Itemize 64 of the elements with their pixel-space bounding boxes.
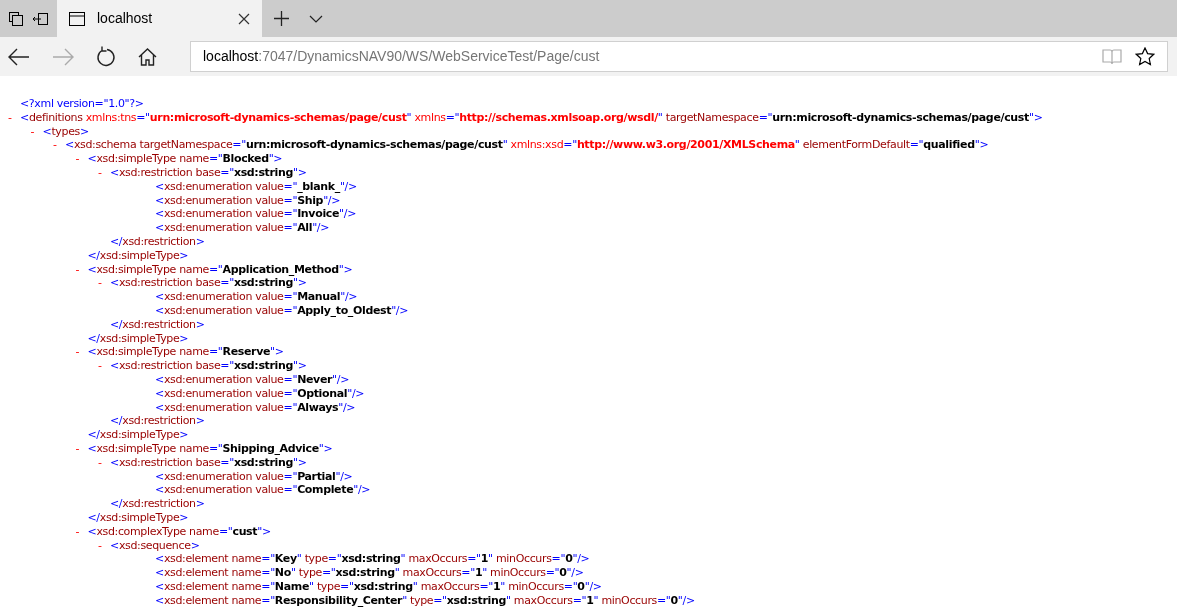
xml-line: <xsd:restriction base="xsd:string"> [110, 166, 307, 179]
close-icon[interactable] [238, 12, 250, 25]
chevron-down-icon[interactable] [309, 14, 323, 23]
xml-line: <xsd:enumeration value="Ship"/> [155, 193, 341, 207]
collapse-toggle[interactable]: - [8, 110, 12, 125]
xml-line: <xsd:enumeration value="Optional"/> [155, 386, 365, 400]
xml-line: <xsd:restriction base="xsd:string"> [110, 455, 307, 469]
xml-line: <xsd:simpleType name="Application_Method"> [87, 262, 353, 276]
collapse-toggle[interactable]: - [30, 124, 35, 139]
tab-arrow-icon[interactable] [32, 12, 49, 25]
xml-line: <xsd:enumeration value="Manual"/> [155, 290, 358, 304]
address-bar[interactable]: localhost:7047/DynamicsNAV90/WS/WebServiceTest/Page/cust [190, 41, 1168, 72]
collapse-toggle[interactable]: - [98, 166, 102, 180]
xml-line: <xsd:restriction base="xsd:string"> [110, 276, 307, 290]
xml-line: <xsd:element name="Key" type="xsd:string" maxOccurs="1" minOccurs="0"/> [155, 552, 590, 566]
collapse-toggle[interactable]: - [75, 524, 80, 539]
xml-line: <xsd:element name="Name" type="xsd:string" maxOccurs="1" minOccurs="0"/> [155, 579, 602, 593]
xml-line: <xsd:enumeration value="Partial"/> [155, 469, 353, 483]
xml-line: <types> [42, 124, 89, 138]
xml-line: <definitions xmlns:tns="urn:microsoft-dynamics-schemas/page/cust" xmlns="http://schemas.xmlsoap.org/wsdl/" targetNamespace="urn:microsoft-dynamics-schemas/page/cust"> [20, 110, 1043, 124]
xml-line: <xsd:enumeration value="Complete"/> [155, 483, 371, 497]
page-icon [69, 11, 85, 26]
xml-line: </xsd:restriction> [110, 317, 205, 331]
star-icon[interactable] [1135, 47, 1155, 66]
xml-line: <xsd:enumeration value="All"/> [155, 221, 330, 235]
collapse-toggle[interactable]: - [98, 276, 102, 291]
xml-line: <xsd:schema targetNamespace="urn:microsoft-dynamics-schemas/page/cust" xmlns:xsd="http://www.w3.org/2001/XMLSchema" elementFormDefault="qualified"> [65, 138, 989, 152]
collapse-toggle[interactable]: - [75, 345, 80, 360]
xml-line: </xsd:restriction> [110, 234, 205, 248]
xml-line: <xsd:enumeration value="_blank_"/> [155, 179, 357, 193]
xml-line: <xsd:simpleType name="Reserve"> [87, 345, 284, 359]
xml-line: <xsd:enumeration value="Never"/> [155, 372, 350, 386]
collapse-toggle[interactable]: - [53, 138, 57, 153]
xml-line: </xsd:simpleType> [87, 428, 189, 442]
xml-line: <xsd:simpleType name="Shipping_Advice"> [87, 441, 333, 455]
tab-title: localhost [97, 9, 154, 28]
xml-line: <?xml version="1.0"?> [20, 97, 144, 110]
xml-line: <xsd:element name="Responsibility_Center" type="xsd:string" maxOccurs="1" minOccurs="0"/> [155, 593, 695, 607]
xml-line: <xsd:restriction base="xsd:string"> [110, 359, 307, 373]
xml-line: <xsd:sequence> [110, 538, 200, 552]
xml-line: </xsd:simpleType> [87, 248, 189, 262]
collapse-toggle[interactable]: - [98, 359, 102, 373]
xml-line: <xsd:complexType name="cust"> [87, 524, 271, 538]
url-text: localhost:7047/DynamicsNAV90/WS/WebServiceTest/Page/cust [203, 47, 601, 66]
xml-line: <xsd:enumeration value="Invoice"/> [155, 207, 356, 221]
xml-line: </xsd:restriction> [110, 497, 205, 511]
refresh-icon[interactable] [96, 45, 116, 68]
xml-line: </xsd:simpleType> [87, 510, 189, 524]
xml-line: </xsd:simpleType> [87, 331, 189, 345]
xml-line: <xsd:simpleType name="Blocked"> [87, 152, 283, 166]
back-icon[interactable] [8, 47, 30, 66]
collapse-toggle[interactable]: - [98, 538, 102, 553]
xml-line: <xsd:element name="No" type="xsd:string" maxOccurs="1" minOccurs="0"/> [155, 566, 584, 580]
collapse-toggle[interactable]: - [75, 262, 80, 277]
home-icon[interactable] [138, 47, 157, 66]
xml-line: <xsd:enumeration value="Apply_to_Oldest"/> [155, 303, 409, 317]
xml-line: </xsd:restriction> [110, 414, 205, 428]
tab-stack-icon[interactable] [8, 11, 23, 26]
collapse-toggle[interactable]: - [75, 152, 80, 166]
new-tab-icon[interactable] [274, 11, 289, 26]
collapse-toggle[interactable]: - [98, 455, 102, 470]
browser-tab[interactable]: localhost [57, 0, 262, 37]
xml-line: <xsd:enumeration value="Always"/> [155, 400, 356, 414]
collapse-toggle[interactable]: - [75, 441, 80, 456]
